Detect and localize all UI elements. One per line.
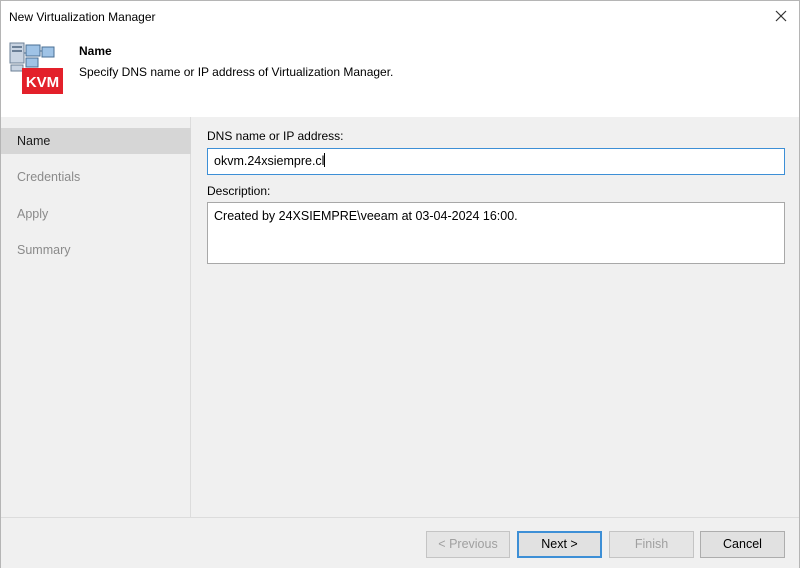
steps-sidebar: Name Credentials Apply Summary	[1, 117, 191, 517]
description-label: Description:	[207, 184, 271, 198]
dns-label: DNS name or IP address:	[207, 129, 344, 143]
wizard-header: KVM Name Specify DNS name or IP address …	[1, 33, 799, 117]
wizard-footer: < Previous Next > Finish Cancel	[1, 517, 799, 568]
wizard-window: New Virtualization Manager KVM Name Spec…	[0, 0, 800, 568]
next-button[interactable]: Next >	[517, 531, 602, 558]
text-caret	[324, 153, 326, 167]
dns-name-input[interactable]: okvm.24xsiempre.cl	[207, 148, 785, 175]
cancel-button[interactable]: Cancel	[700, 531, 785, 558]
finish-button[interactable]: Finish	[609, 531, 694, 558]
form-area: DNS name or IP address: okvm.24xsiempre.…	[207, 117, 785, 517]
page-subtitle: Specify DNS name or IP address of Virtua…	[79, 65, 394, 79]
kvm-server-icon: KVM	[9, 42, 63, 94]
page-title: Name	[79, 44, 112, 58]
step-credentials[interactable]: Credentials	[1, 164, 191, 190]
kvm-badge-text: KVM	[26, 74, 59, 91]
step-apply[interactable]: Apply	[1, 201, 191, 227]
close-icon[interactable]	[772, 7, 790, 25]
description-textarea[interactable]: Created by 24XSIEMPRE\veeam at 03-04-202…	[207, 202, 785, 264]
description-value: Created by 24XSIEMPRE\veeam at 03-04-202…	[214, 209, 518, 223]
title-bar: New Virtualization Manager	[1, 1, 799, 33]
step-name[interactable]: Name	[1, 128, 191, 154]
previous-button[interactable]: < Previous	[426, 531, 510, 558]
wizard-body: Name Credentials Apply Summary DNS name …	[1, 117, 799, 517]
step-summary[interactable]: Summary	[1, 237, 191, 263]
window-title: New Virtualization Manager	[9, 10, 156, 24]
dns-input-value: okvm.24xsiempre.cl	[214, 154, 325, 168]
